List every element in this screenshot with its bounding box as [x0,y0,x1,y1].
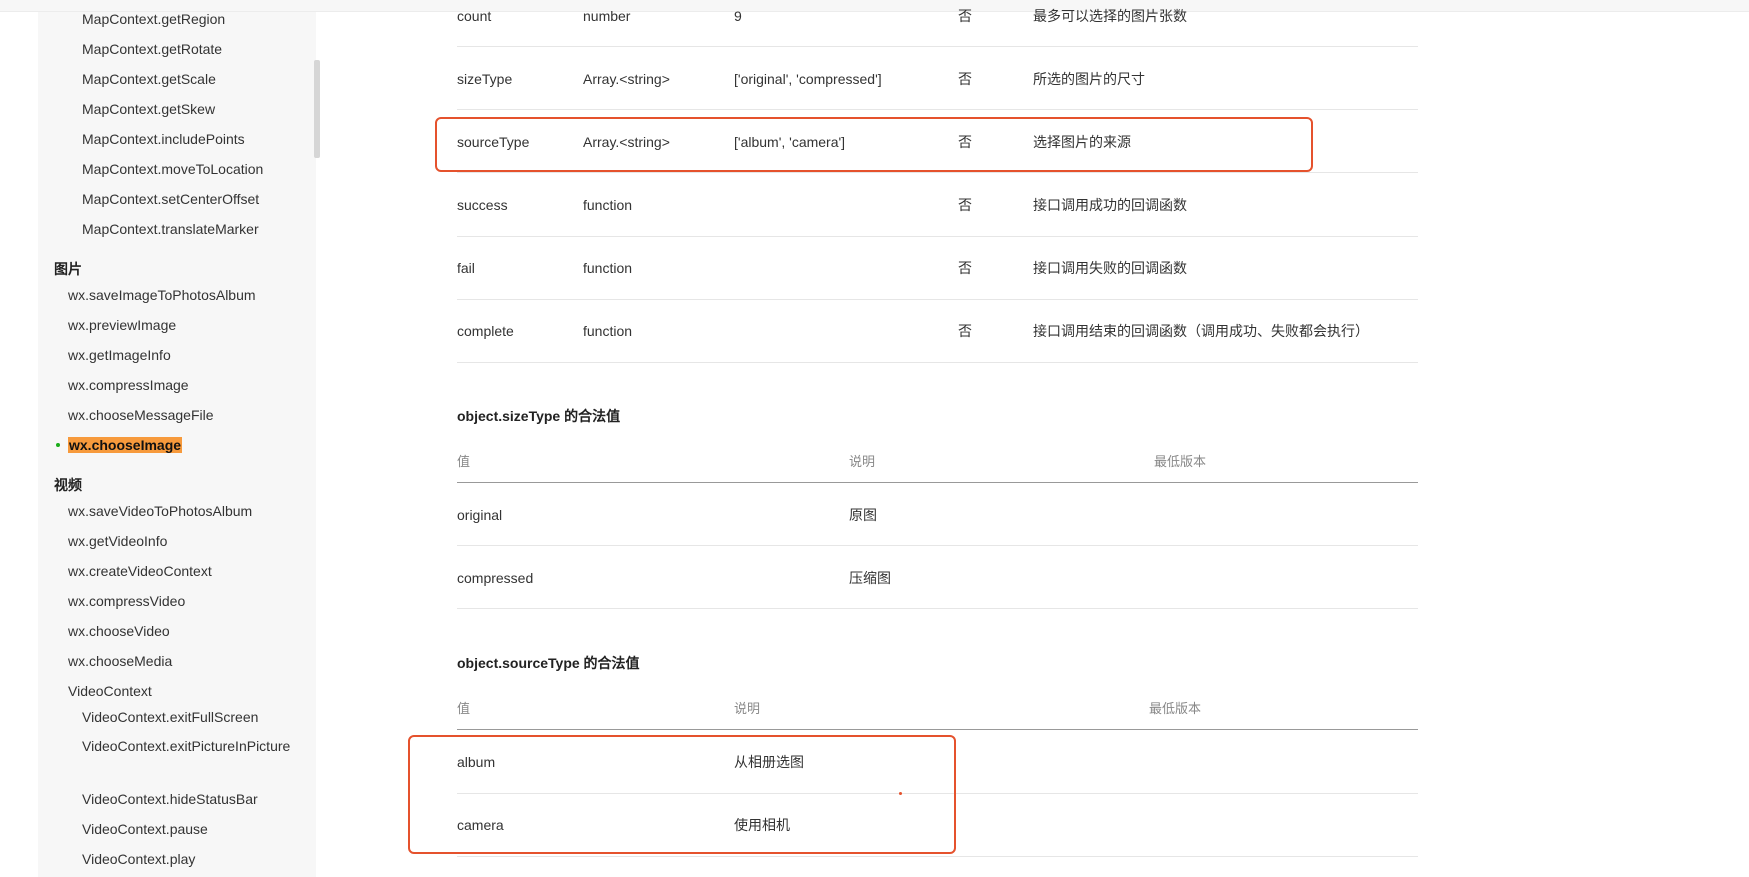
sidebar-item-videocontext-exitfullscreen[interactable]: VideoContext.exitFullScreen [82,708,258,726]
value-cell: original [457,507,503,523]
sidebar-item-previewimage[interactable]: wx.previewImage [68,316,176,334]
sidebar-item-compressimage[interactable]: wx.compressImage [68,376,189,394]
param-name: fail [457,260,475,276]
sidebar-item-getimageinfo[interactable]: wx.getImageInfo [68,346,171,364]
annotation-dot [899,792,902,795]
param-type: Array.<string> [583,71,670,87]
param-description: 最多可以选择的图片张数 [1033,8,1187,24]
param-description: 接口调用结束的回调函数（调用成功、失败都会执行） [1033,323,1369,339]
sidebar-item-videocontext-hidestatusbar[interactable]: VideoContext.hideStatusBar [82,790,258,808]
annotation-highlight-sourcetype-row [435,117,1313,172]
sidebar-item-videocontext-play[interactable]: VideoContext.play [82,850,195,868]
sidebar-item-mapcontext-setcenteroffset[interactable]: MapContext.setCenterOffset [82,190,259,208]
row-divider [457,236,1418,237]
sidebar-item-savevideotophotosalbum[interactable]: wx.saveVideoToPhotosAlbum [68,502,252,520]
row-divider [457,362,1418,363]
param-default: ['original', 'compressed'] [734,71,882,87]
sidebar-item-chooseimage[interactable]: wx.chooseImage [68,436,183,454]
param-type: number [583,8,631,24]
description-cell: 原图 [849,507,877,523]
sidebar-item-mapcontext-getskew[interactable]: MapContext.getSkew [82,100,215,118]
column-header: 最低版本 [1154,454,1207,469]
column-header: 说明 [849,454,876,469]
row-divider [457,172,1418,173]
top-bar [0,0,1749,12]
param-default: 9 [734,8,742,24]
header-divider [457,482,1418,483]
column-header: 值 [457,701,471,716]
description-cell: 压缩图 [849,570,891,586]
param-required: 否 [958,323,972,339]
param-name: sizeType [457,71,513,87]
param-type: function [583,260,633,276]
param-required: 否 [958,8,972,24]
column-header: 值 [457,454,471,469]
sidebar-group-image: 图片 [54,261,82,277]
param-type: function [583,197,633,213]
param-type: function [583,323,633,339]
param-name: count [457,8,492,24]
sidebar-scrollbar[interactable] [314,60,320,158]
param-description: 接口调用失败的回调函数 [1033,260,1187,276]
param-description: 接口调用成功的回调函数 [1033,197,1187,213]
active-indicator-dot [56,443,60,447]
annotation-highlight-sourcetype-values [408,735,956,854]
sidebar-item-videocontext-exitpictureinpicture[interactable]: VideoContext.exitPictureInPicture [82,735,290,757]
sidebar-item-mapcontext-getscale[interactable]: MapContext.getScale [82,70,216,88]
sidebar-item-getvideoinfo[interactable]: wx.getVideoInfo [68,532,167,550]
row-divider [457,545,1418,546]
row-divider [457,46,1418,47]
sidebar-item-mapcontext-movetolocation[interactable]: MapContext.moveToLocation [82,160,263,178]
param-description: 所选的图片的尺寸 [1033,71,1145,87]
sidebar-item-videocontext[interactable]: VideoContext [68,682,152,700]
sidebar-item-mapcontext-translatemarker[interactable]: MapContext.translateMarker [82,220,259,238]
sourcetype-section-title: object.sourceType 的合法值 [457,655,640,671]
param-required: 否 [958,71,972,87]
param-required: 否 [958,197,972,213]
sidebar-group-video: 视频 [54,477,82,493]
sidebar-item-saveimagetophotosalbum[interactable]: wx.saveImageToPhotosAlbum [68,286,256,304]
sidebar-item-createvideocontext[interactable]: wx.createVideoContext [68,562,212,580]
sidebar-item-videocontext-pause[interactable]: VideoContext.pause [82,820,208,838]
column-header: 最低版本 [1149,701,1202,716]
sidebar-item-mapcontext-getregion[interactable]: MapContext.getRegion [82,10,225,28]
row-divider [457,299,1418,300]
row-divider [457,608,1418,609]
sidebar-item-choosevideo[interactable]: wx.chooseVideo [68,622,170,640]
sidebar-item-mapcontext-includepoints[interactable]: MapContext.includePoints [82,130,245,148]
sidebar-item-choosemessagefile[interactable]: wx.chooseMessageFile [68,406,214,424]
sidebar-item-mapcontext-getrotate[interactable]: MapContext.getRotate [82,40,222,58]
param-name: success [457,197,508,213]
sidebar-item-choosemedia[interactable]: wx.chooseMedia [68,652,172,670]
sidebar-item-compressvideo[interactable]: wx.compressVideo [68,592,185,610]
sidebar-item-chooseimage-label: wx.chooseImage [68,437,183,453]
row-divider [457,109,1418,110]
column-header: 说明 [734,701,761,716]
value-cell: compressed [457,570,534,586]
param-name: complete [457,323,514,339]
header-divider [457,729,1418,730]
param-required: 否 [958,260,972,276]
sizetype-section-title: object.sizeType 的合法值 [457,408,621,424]
row-divider [457,856,1418,857]
